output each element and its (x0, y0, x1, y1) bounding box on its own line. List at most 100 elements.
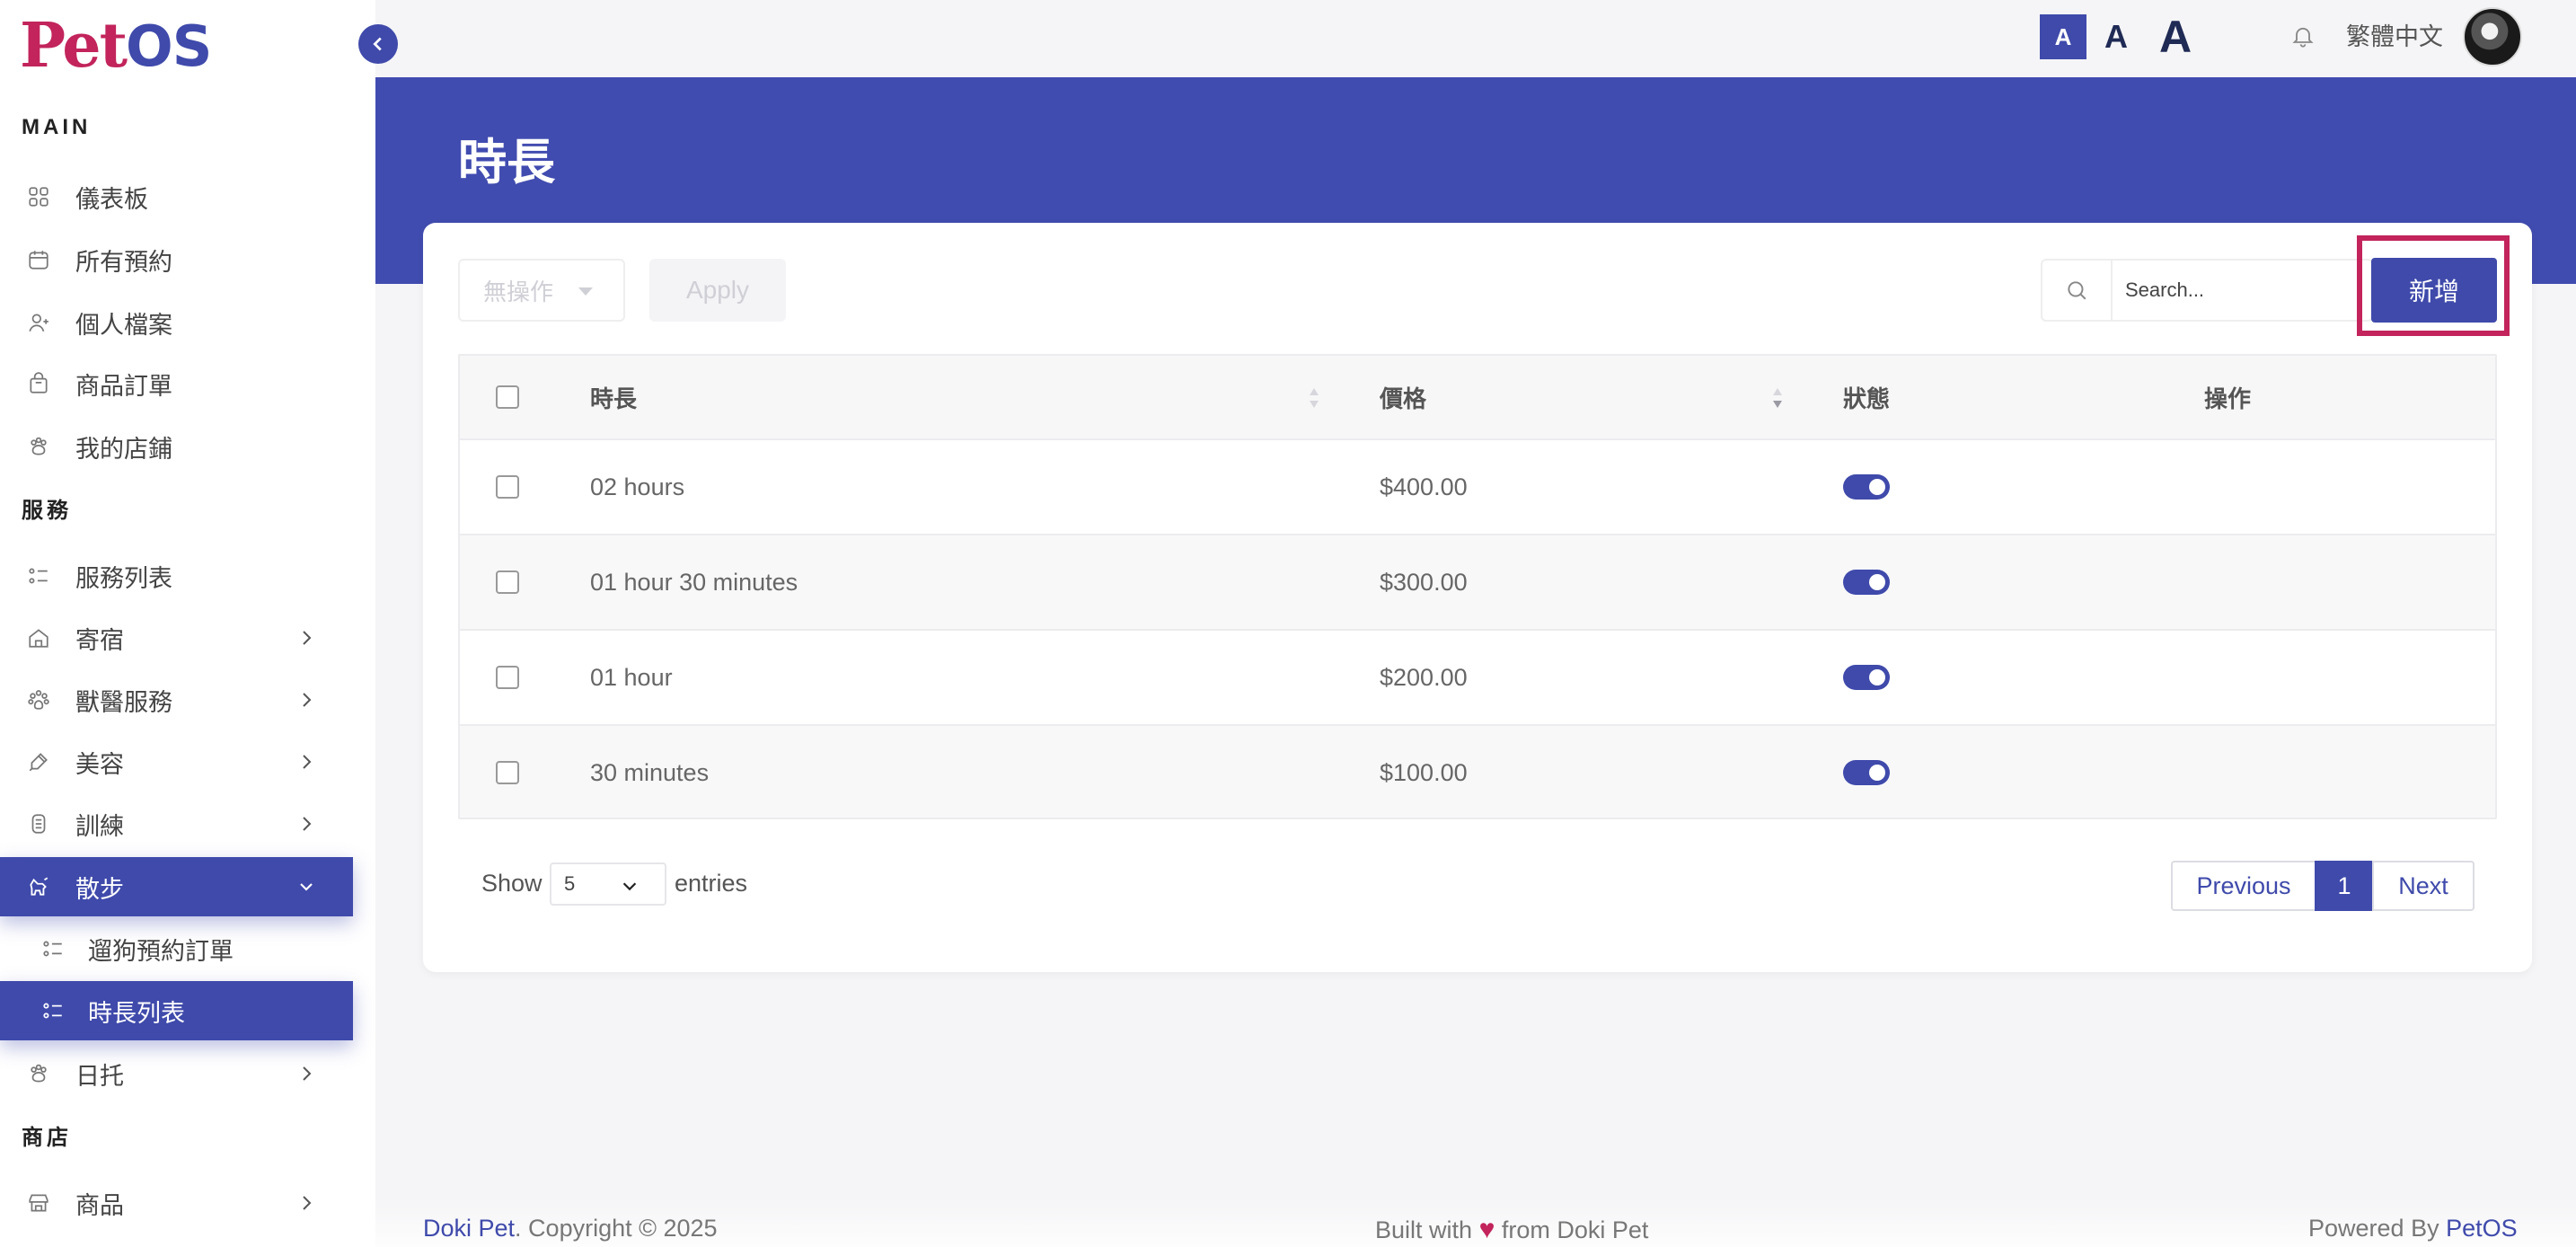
sidebar-collapse-button[interactable] (358, 24, 398, 64)
section-title-shop: 商店 (22, 1126, 72, 1150)
sidebar-item-daycare[interactable]: 日托 (0, 1044, 353, 1103)
sidebar-item-label: 儀表板 (75, 185, 148, 213)
page-size-select[interactable]: 5 (550, 862, 666, 906)
bag-icon (27, 372, 50, 395)
price-cell: $300.00 (1380, 568, 1468, 596)
duration-cell: 01 hour (590, 663, 673, 691)
price-cell: $200.00 (1380, 663, 1468, 691)
bulk-action-value: 無操作 (483, 278, 554, 305)
footer-copyright-text: . Copyright © 2025 (515, 1215, 718, 1242)
sidebar-item-vet-services[interactable]: 獸醫服務 (0, 670, 353, 730)
table-row: 02 hours $400.00 (460, 438, 2495, 534)
next-page-button[interactable]: Next (2372, 861, 2475, 911)
sort-icon[interactable] (1771, 386, 1784, 410)
sidebar-item-all-bookings[interactable]: 所有預約 (0, 230, 353, 289)
training-icon (27, 812, 50, 836)
footer-brand-link[interactable]: Doki Pet (423, 1215, 515, 1242)
sidebar-item-label: 美容 (75, 750, 124, 778)
sidebar-item-label: 服務列表 (75, 564, 172, 592)
header-actions: 操作 (2204, 385, 2252, 412)
section-title-main: MAIN (22, 115, 92, 139)
sidebar-item-walk-bookings[interactable]: 遛狗預約訂單 (0, 919, 353, 978)
footer-copyright: Doki Pet. Copyright © 2025 (423, 1215, 718, 1243)
heart-icon: ♥ (1478, 1215, 1495, 1244)
table-header: 時長 價格 狀態 操作 (460, 356, 2495, 438)
sidebar-item-boarding[interactable]: 寄宿 (0, 608, 353, 668)
sidebar-item-training[interactable]: 訓練 (0, 794, 353, 853)
sidebar-item-profile[interactable]: 個人檔案 (0, 293, 353, 352)
status-toggle[interactable] (1843, 665, 1890, 690)
logo-text-os: OS (125, 13, 212, 79)
paw-icon (27, 435, 50, 458)
bell-icon[interactable] (2290, 23, 2316, 49)
row-checkbox[interactable] (496, 570, 519, 594)
select-all-checkbox[interactable] (496, 385, 519, 409)
page-size-value: 5 (564, 872, 576, 895)
chevron-right-icon (303, 1066, 312, 1081)
chevron-left-icon (373, 37, 382, 51)
price-cell: $100.00 (1380, 758, 1468, 786)
calendar-icon (27, 248, 50, 271)
row-checkbox[interactable] (496, 475, 519, 499)
search-input[interactable] (2113, 279, 2355, 302)
header-status: 狀態 (1843, 385, 1891, 412)
grid-icon (27, 185, 50, 208)
duration-table: 時長 價格 狀態 操作 02 hours $400.00 01 hour 30 … (458, 354, 2497, 819)
sidebar-item-label: 時長列表 (88, 999, 185, 1027)
row-checkbox[interactable] (496, 666, 519, 689)
vet-icon (27, 688, 50, 712)
header-duration[interactable]: 時長 (590, 356, 637, 438)
table-row: 01 hour 30 minutes $300.00 (460, 534, 2495, 629)
section-title-services: 服務 (22, 499, 72, 523)
logo[interactable]: Pet OS (20, 10, 212, 82)
previous-page-button[interactable]: Previous (2171, 861, 2316, 911)
show-label: Show (481, 870, 543, 897)
sidebar-item-label: 寄宿 (75, 626, 124, 654)
sidebar-item-dog-walking[interactable]: 散步 (0, 857, 353, 916)
chevron-right-icon (303, 631, 312, 645)
font-size-large-button[interactable]: A (2150, 12, 2201, 62)
sidebar-item-label: 日托 (75, 1062, 124, 1090)
status-cell (1843, 440, 1890, 534)
row-select-cell (496, 631, 519, 724)
chevron-right-icon (303, 693, 312, 707)
sidebar-item-label: 個人檔案 (75, 311, 172, 339)
status-toggle[interactable] (1843, 570, 1890, 595)
avatar[interactable] (2463, 7, 2522, 66)
apply-button[interactable]: Apply (649, 259, 786, 322)
bulk-action-select[interactable]: 無操作 (458, 259, 625, 322)
sidebar-item-service-list[interactable]: 服務列表 (0, 546, 353, 606)
sidebar-item-grooming[interactable]: 美容 (0, 732, 353, 792)
row-checkbox[interactable] (496, 761, 519, 784)
page-1-button[interactable]: 1 (2315, 861, 2374, 911)
daycare-icon (27, 1062, 50, 1085)
language-selector[interactable]: 繁體中文 (2346, 20, 2443, 54)
footer-powered-link[interactable]: PetOS (2446, 1215, 2518, 1242)
page-title: 時長 (458, 136, 555, 190)
status-toggle[interactable] (1843, 760, 1890, 785)
sidebar-item-products[interactable]: 商品 (0, 1173, 353, 1233)
store-icon (27, 1191, 50, 1215)
font-size-small-button[interactable]: A (2040, 14, 2086, 59)
add-button[interactable]: 新增 (2371, 258, 2497, 323)
status-toggle[interactable] (1843, 474, 1890, 500)
header-price[interactable]: 價格 (1380, 356, 1426, 438)
list-icon (27, 564, 50, 588)
sidebar-item-label: 散步 (75, 875, 124, 903)
sidebar-item-duration-list[interactable]: 時長列表 (0, 981, 353, 1040)
row-select-cell (496, 440, 519, 534)
list-icon (41, 937, 65, 960)
row-select-cell (496, 726, 519, 818)
entries-label: entries (675, 870, 748, 897)
font-size-medium-button[interactable]: A (2096, 14, 2136, 59)
sidebar-item-label: 獸醫服務 (75, 688, 172, 716)
chevron-right-icon (303, 1196, 312, 1210)
sort-icon[interactable] (1308, 386, 1320, 410)
duration-cell: 01 hour 30 minutes (590, 568, 798, 596)
sidebar-item-product-orders[interactable]: 商品訂單 (0, 354, 353, 413)
sidebar-item-label: 所有預約 (75, 248, 172, 276)
chevron-down-icon (622, 882, 637, 891)
sidebar-item-my-store[interactable]: 我的店鋪 (0, 417, 353, 476)
caret-down-icon (578, 287, 593, 296)
sidebar-item-dashboard[interactable]: 儀表板 (0, 167, 353, 226)
